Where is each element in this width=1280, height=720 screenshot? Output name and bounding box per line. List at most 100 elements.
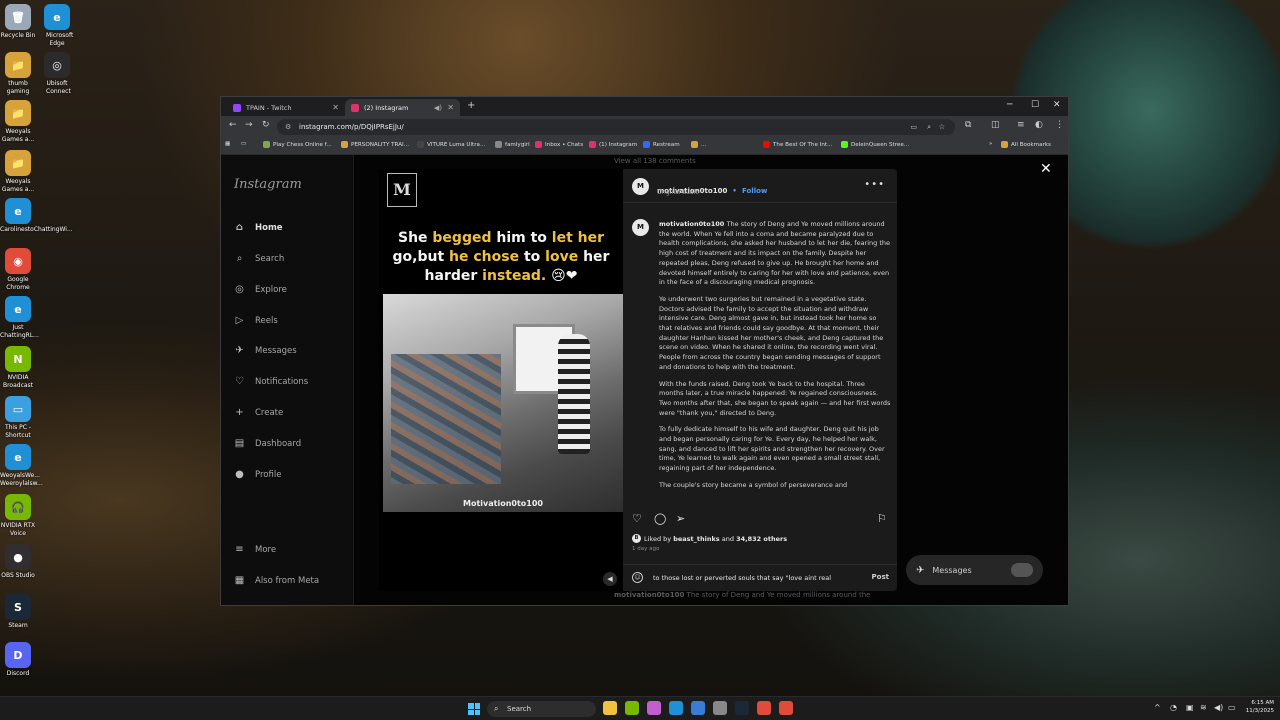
bookmark-item[interactable]: ...: [691, 141, 706, 148]
comment-icon[interactable]: ◯: [654, 512, 666, 525]
audio-icon[interactable]: ◀): [434, 104, 442, 112]
taskbar-search[interactable]: ⌕ Search: [487, 701, 596, 717]
edge-icon[interactable]: [669, 701, 683, 715]
start-button[interactable]: [468, 703, 480, 715]
side-panel-icon[interactable]: ◫: [991, 120, 1000, 130]
comment-input[interactable]: [653, 572, 853, 584]
all-bookmarks[interactable]: All Bookmarks: [1001, 141, 1051, 148]
post-comment-button[interactable]: Post: [872, 573, 889, 581]
bookmark-item[interactable]: The Best Of The Int...: [763, 141, 832, 148]
address-bar[interactable]: ⚙ instagram.com/p/DQjIPRsEjJu/ ▭ ⌕ ☆: [277, 119, 955, 135]
extensions-icon[interactable]: ⧉: [965, 120, 971, 130]
close-window-icon[interactable]: ✕: [1053, 100, 1061, 110]
nav-item-notifications[interactable]: ♡ Notifications: [233, 375, 308, 388]
nav-item-messages[interactable]: ✈ Messages: [233, 344, 296, 357]
nav-item-home[interactable]: ⌂ Home: [233, 221, 283, 234]
bookmark-item[interactable]: Play Chess Online f...: [263, 141, 332, 148]
desktop-icon[interactable]: 📁 Weoyals Games a...: [0, 150, 36, 194]
nvidia-icon[interactable]: [625, 701, 639, 715]
desktop-icon[interactable]: ▭ This PC - Shortcut: [0, 396, 36, 440]
bookmark-item[interactable]: Inbox • Chats: [535, 141, 583, 148]
caption-username[interactable]: motivation0to100: [659, 220, 727, 228]
save-icon[interactable]: ⚐: [877, 512, 887, 525]
follow-button[interactable]: Follow: [742, 187, 767, 195]
desktop-icon[interactable]: ◉ Google Chrome: [0, 248, 36, 292]
file-explorer-icon[interactable]: [603, 701, 617, 715]
menu-icon[interactable]: ⋮: [1055, 120, 1064, 130]
copilot-icon[interactable]: [647, 701, 661, 715]
instagram-logo[interactable]: Instagram: [234, 177, 302, 192]
nav-item-dashboard[interactable]: ▤ Dashboard: [233, 437, 301, 450]
profile-icon[interactable]: ◐: [1035, 120, 1043, 130]
desktop-icon[interactable]: D Discord: [0, 642, 36, 678]
like-icon[interactable]: ♡: [632, 512, 642, 525]
more-bookmarks-icon[interactable]: »: [989, 141, 992, 147]
desktop-icon[interactable]: e Microsoft Edge: [44, 4, 73, 48]
caption-scroll[interactable]: M motivation0to100 The story of Deng and…: [623, 204, 897, 504]
desktop-icon[interactable]: 📁 Weoyals Games a...: [0, 100, 36, 144]
nav-item-explore[interactable]: ◎ Explore: [233, 283, 287, 296]
desktop-icon[interactable]: N NVIDIA Broadcast: [0, 346, 36, 390]
desktop-icon[interactable]: e WeoyalsWe... Weeroylalsw...: [0, 444, 43, 488]
more-options-icon[interactable]: •••: [864, 179, 885, 190]
desktop-icon[interactable]: e CarolinestoChattingWi...: [0, 198, 73, 234]
maximize-icon[interactable]: ☐: [1031, 100, 1039, 110]
media-icon[interactable]: ≡: [1017, 120, 1025, 130]
mute-icon[interactable]: ◀: [603, 572, 617, 586]
bookmark-item[interactable]: Restream: [643, 141, 680, 148]
original-audio-link[interactable]: Original audio: [657, 189, 699, 196]
avatar[interactable]: M: [632, 219, 649, 236]
settings-icon[interactable]: [713, 701, 727, 715]
close-tab-icon[interactable]: ✕: [447, 103, 454, 112]
bookmark-item[interactable]: (1) Instagram: [589, 141, 637, 148]
desktop-icon[interactable]: 📁 thumb gaming: [0, 52, 36, 96]
steam-icon[interactable]: [735, 701, 749, 715]
nav-item-also-from-meta[interactable]: ▦ Also from Meta: [233, 574, 319, 587]
back-icon[interactable]: ←: [229, 120, 237, 130]
desktop-icon[interactable]: e Just ChattingRL...: [0, 296, 39, 340]
bookmark-item[interactable]: famlygirl: [495, 141, 530, 148]
avatar[interactable]: M: [632, 178, 649, 195]
nav-item-profile[interactable]: ● Profile: [233, 468, 281, 481]
nav-item-more[interactable]: ≡ More: [233, 543, 276, 556]
app-icon[interactable]: [757, 701, 771, 715]
nav-item-create[interactable]: + Create: [233, 406, 283, 419]
desktop-icon[interactable]: 🎧 NVIDIA RTX Voice: [0, 494, 36, 538]
install-icon[interactable]: ▭: [910, 119, 917, 135]
bookmark-icon[interactable]: ▭: [241, 141, 246, 147]
tab-twitch[interactable]: TPAIN - Twitch ✕: [227, 99, 345, 116]
close-tab-icon[interactable]: ✕: [332, 103, 339, 112]
bookmark-item[interactable]: DeleinQueen Stree...: [841, 141, 909, 148]
minimize-icon[interactable]: ─: [1007, 100, 1012, 110]
emoji-icon[interactable]: ☺: [632, 572, 643, 583]
post-media[interactable]: M She begged him to let her go,but he ch…: [379, 169, 623, 591]
battery-icon[interactable]: ▭: [1228, 703, 1236, 712]
store-icon[interactable]: [691, 701, 705, 715]
volume-icon[interactable]: ◀): [1214, 703, 1223, 712]
chrome-icon[interactable]: [779, 701, 793, 715]
forward-icon[interactable]: →: [245, 120, 253, 130]
bookmark-item[interactable]: PERSONALITY TRAI...: [341, 141, 409, 148]
network-icon[interactable]: ◔: [1170, 703, 1177, 712]
desktop-icon[interactable]: 🗑 Recycle Bin: [0, 4, 36, 40]
messages-pill[interactable]: ✈ Messages: [906, 555, 1043, 585]
bookmark-item[interactable]: VITURE Luma Ultra...: [417, 141, 485, 148]
new-tab-button[interactable]: +: [467, 100, 475, 111]
nav-item-search[interactable]: ⌕ Search: [233, 252, 285, 265]
zoom-icon[interactable]: ⌕: [927, 119, 931, 135]
site-info-icon[interactable]: ⚙: [285, 119, 291, 135]
video-frame[interactable]: Motivation0to100: [383, 294, 623, 512]
chevron-up-icon[interactable]: ^: [1154, 703, 1161, 712]
likes-summary[interactable]: B Liked by beast_thinks and 34,832 other…: [632, 534, 787, 543]
bookmark-star-icon[interactable]: ☆: [939, 119, 945, 135]
desktop-icon[interactable]: ● OBS Studio: [0, 544, 36, 580]
share-icon[interactable]: ➢: [676, 512, 685, 525]
wifi-icon[interactable]: ≋: [1200, 703, 1207, 712]
nav-item-reels[interactable]: ▷ Reels: [233, 314, 278, 327]
desktop-icon[interactable]: ◎ Ubisoft Connect: [44, 52, 71, 96]
apps-icon[interactable]: ▦: [225, 141, 230, 147]
app-tray-icon[interactable]: ▣: [1186, 703, 1194, 712]
reload-icon[interactable]: ↻: [262, 120, 270, 130]
close-modal-icon[interactable]: ✕: [1040, 161, 1052, 177]
desktop-icon[interactable]: S Steam: [0, 594, 36, 630]
